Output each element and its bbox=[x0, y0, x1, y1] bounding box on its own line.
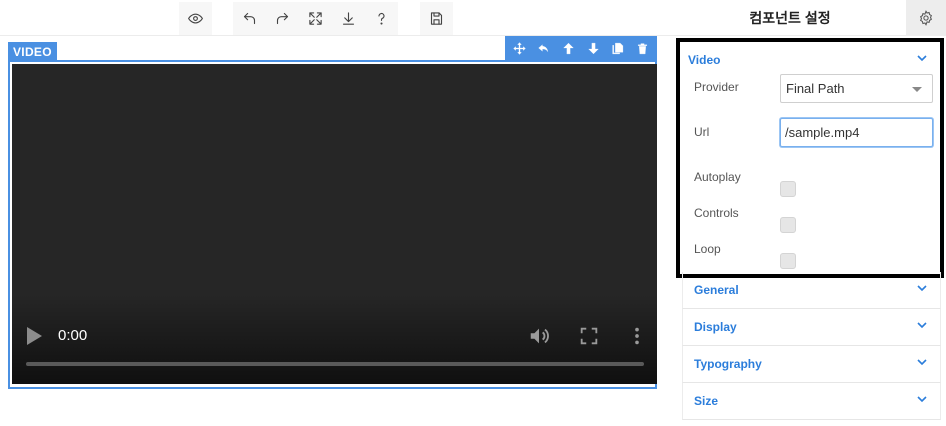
download-button[interactable] bbox=[332, 2, 365, 35]
fullscreen-button[interactable] bbox=[299, 2, 332, 35]
delete-icon bbox=[638, 42, 648, 54]
section-display[interactable]: Display bbox=[682, 309, 941, 346]
select-parent-icon bbox=[538, 43, 549, 52]
help-icon bbox=[378, 12, 385, 25]
move-button[interactable] bbox=[508, 37, 530, 59]
autoplay-label: Autoplay bbox=[694, 170, 741, 184]
preview-button[interactable] bbox=[179, 2, 212, 35]
chevron-down-icon bbox=[916, 392, 928, 410]
url-label: Url bbox=[694, 125, 710, 139]
component-badge: VIDEO bbox=[8, 42, 57, 62]
copy-icon bbox=[612, 42, 624, 54]
panel-title: 컴포넌트 설정 bbox=[749, 10, 831, 26]
move-down-button[interactable] bbox=[582, 37, 604, 59]
video-fullscreen-button[interactable] bbox=[578, 325, 600, 347]
section-general[interactable]: General bbox=[682, 272, 941, 309]
gear-icon bbox=[919, 10, 933, 26]
volume-icon bbox=[530, 328, 549, 344]
loop-checkbox[interactable] bbox=[780, 253, 796, 269]
video-section-header[interactable]: Video bbox=[688, 50, 928, 70]
video-more-button[interactable] bbox=[626, 325, 648, 347]
preview-group bbox=[179, 2, 212, 35]
select-parent-button[interactable] bbox=[533, 37, 555, 59]
download-icon bbox=[342, 12, 355, 25]
loop-label: Loop bbox=[694, 242, 721, 256]
more-vertical-icon bbox=[635, 327, 639, 345]
editor-canvas: VIDEO 0:00 bbox=[0, 36, 666, 426]
arrow-down-icon bbox=[588, 42, 599, 54]
provider-label: Provider bbox=[694, 80, 739, 94]
section-display-title: Display bbox=[694, 320, 737, 334]
provider-select[interactable]: Final Path bbox=[780, 74, 933, 103]
fullscreen-icon bbox=[309, 12, 322, 25]
play-button[interactable] bbox=[25, 326, 43, 346]
chevron-down-icon bbox=[916, 281, 928, 299]
dropdown-caret-icon bbox=[912, 87, 922, 92]
video-component-frame[interactable]: 0:00 bbox=[8, 60, 657, 389]
provider-value: Final Path bbox=[786, 81, 845, 96]
expand-icon bbox=[580, 327, 598, 345]
controls-label: Controls bbox=[694, 206, 739, 220]
save-icon bbox=[430, 12, 443, 25]
arrow-up-icon bbox=[563, 42, 574, 54]
redo-icon bbox=[276, 12, 289, 25]
section-typography[interactable]: Typography bbox=[682, 346, 941, 383]
properties-panel: Video Provider Final Path Url Autoplay C… bbox=[666, 36, 946, 426]
chevron-down-icon bbox=[916, 318, 928, 336]
move-up-button[interactable] bbox=[558, 37, 580, 59]
video-controls: 0:00 bbox=[12, 314, 657, 384]
undo-icon bbox=[243, 12, 256, 25]
chevron-down-icon bbox=[916, 355, 928, 373]
save-button[interactable] bbox=[420, 2, 453, 35]
move-icon bbox=[513, 41, 526, 55]
play-icon bbox=[27, 327, 42, 345]
preview-icon bbox=[188, 13, 203, 24]
video-time: 0:00 bbox=[58, 327, 88, 344]
section-size-title: Size bbox=[694, 394, 719, 408]
component-toolbar bbox=[505, 36, 657, 60]
settings-button[interactable] bbox=[906, 0, 946, 36]
controls-checkbox[interactable] bbox=[780, 217, 796, 233]
section-typography-title: Typography bbox=[694, 357, 762, 371]
chevron-down-icon bbox=[916, 51, 928, 69]
video-section-title: Video bbox=[688, 53, 721, 67]
help-button[interactable] bbox=[365, 2, 398, 35]
copy-button[interactable] bbox=[607, 37, 629, 59]
undo-button[interactable] bbox=[233, 2, 266, 35]
delete-button[interactable] bbox=[632, 37, 654, 59]
url-input[interactable] bbox=[780, 118, 933, 147]
volume-button[interactable] bbox=[528, 325, 550, 347]
video-progress-bar[interactable] bbox=[26, 362, 644, 366]
section-size[interactable]: Size bbox=[682, 383, 941, 420]
video-settings-section: Video Provider Final Path Url Autoplay C… bbox=[676, 38, 944, 278]
redo-button[interactable] bbox=[266, 2, 299, 35]
autoplay-checkbox[interactable] bbox=[780, 181, 796, 197]
save-group bbox=[420, 2, 453, 35]
section-general-title: General bbox=[694, 283, 739, 297]
top-toolbar: 컴포넌트 설정 bbox=[0, 0, 946, 36]
video-player[interactable]: 0:00 bbox=[12, 64, 657, 384]
edit-group bbox=[233, 2, 398, 35]
